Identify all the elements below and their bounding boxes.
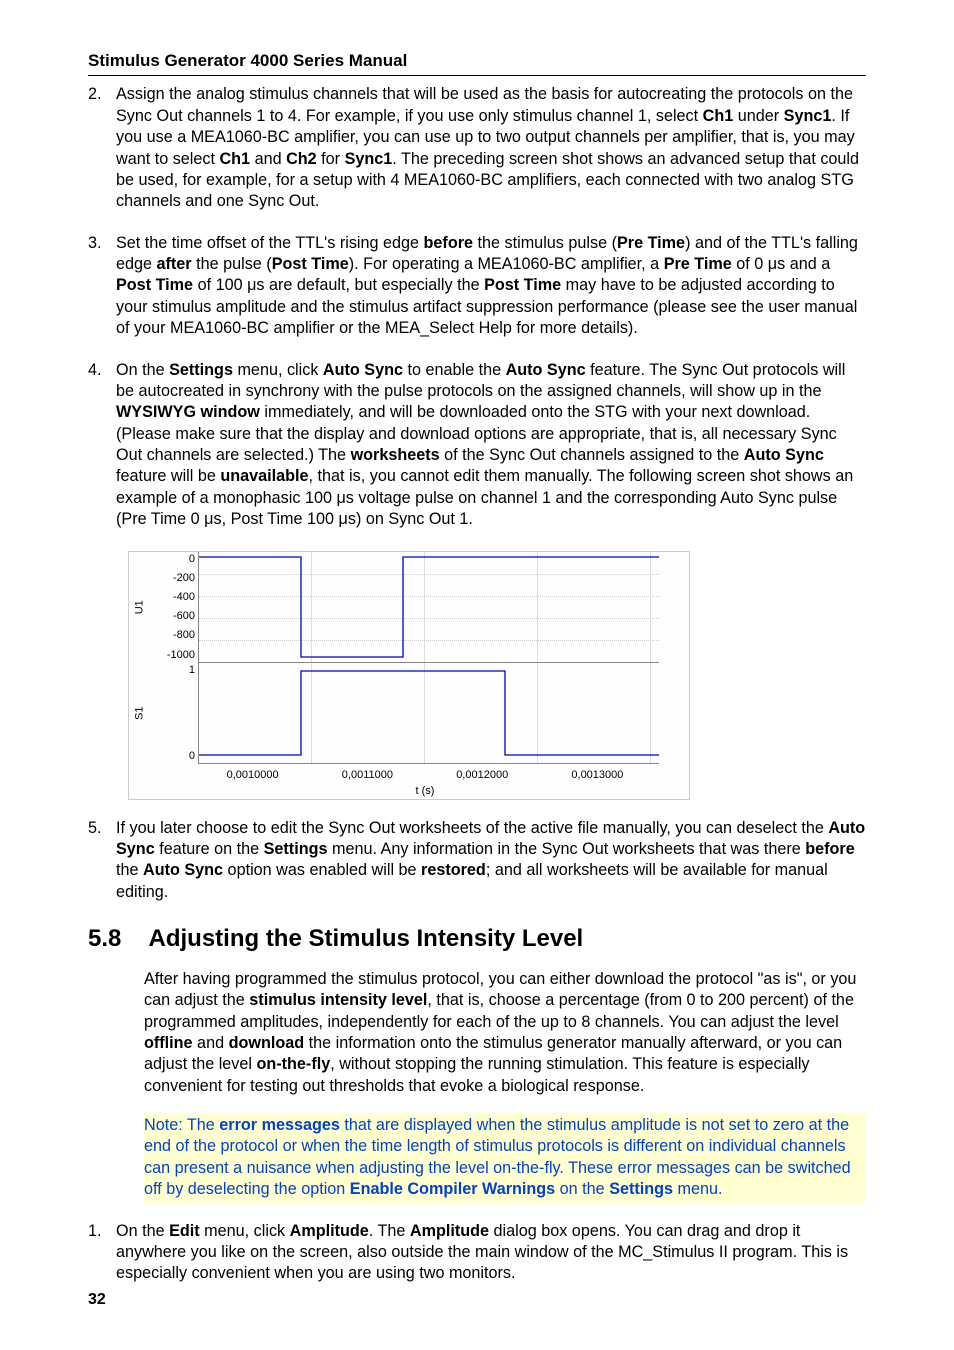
list-text: Assign the analog stimulus channels that… <box>116 84 866 212</box>
list-text: Set the time offset of the TTL's rising … <box>116 233 866 340</box>
xtick: 0,0012000 <box>456 768 508 783</box>
note-box: Note: The error messages that are displa… <box>144 1113 866 1203</box>
list-number: 1. <box>88 1221 116 1285</box>
page-number: 32 <box>88 1289 106 1310</box>
list-number: 5. <box>88 818 116 904</box>
ordered-list-after-chart: 5.If you later choose to edit the Sync O… <box>88 818 866 904</box>
xtick: 0,0010000 <box>227 768 279 783</box>
y-axis-title-s1: S1 <box>133 702 148 724</box>
list-item: 1.On the Edit menu, click Amplitude. The… <box>88 1221 866 1285</box>
ytick: -600 <box>151 609 195 624</box>
ytick: 1 <box>151 663 195 678</box>
page-header: Stimulus Generator 4000 Series Manual <box>88 50 866 76</box>
list-text: On the Edit menu, click Amplitude. The A… <box>116 1221 866 1285</box>
ytick: -1000 <box>151 648 195 663</box>
section-number: 5.8 <box>88 923 144 955</box>
ytick: 0 <box>151 749 195 764</box>
list-item: 4.On the Settings menu, click Auto Sync … <box>88 360 866 531</box>
list-number: 2. <box>88 84 116 212</box>
x-axis-label: t (s) <box>195 784 655 799</box>
ordered-list-bottom: 1.On the Edit menu, click Amplitude. The… <box>88 1221 866 1285</box>
section-title: Adjusting the Stimulus Intensity Level <box>149 925 584 952</box>
list-number: 4. <box>88 360 116 531</box>
ytick: -200 <box>151 571 195 586</box>
list-item: 3.Set the time offset of the TTL's risin… <box>88 233 866 340</box>
section-body-text: After having programmed the stimulus pro… <box>144 969 866 1097</box>
list-item: 2.Assign the analog stimulus channels th… <box>88 84 866 212</box>
y-axis-title-u1: U1 <box>133 596 148 618</box>
list-number: 3. <box>88 233 116 340</box>
ytick: -800 <box>151 628 195 643</box>
xtick: 0,0013000 <box>571 768 623 783</box>
ytick: -400 <box>151 590 195 605</box>
stimulus-chart: U1 0 -200 -400 -600 -800 -1000 <box>128 551 690 800</box>
list-item: 5.If you later choose to edit the Sync O… <box>88 818 866 904</box>
xtick: 0,0011000 <box>342 768 393 783</box>
list-text: If you later choose to edit the Sync Out… <box>116 818 866 904</box>
ordered-list-top: 2.Assign the analog stimulus channels th… <box>88 84 866 530</box>
list-text: On the Settings menu, click Auto Sync to… <box>116 360 866 531</box>
ytick: 0 <box>151 552 195 567</box>
